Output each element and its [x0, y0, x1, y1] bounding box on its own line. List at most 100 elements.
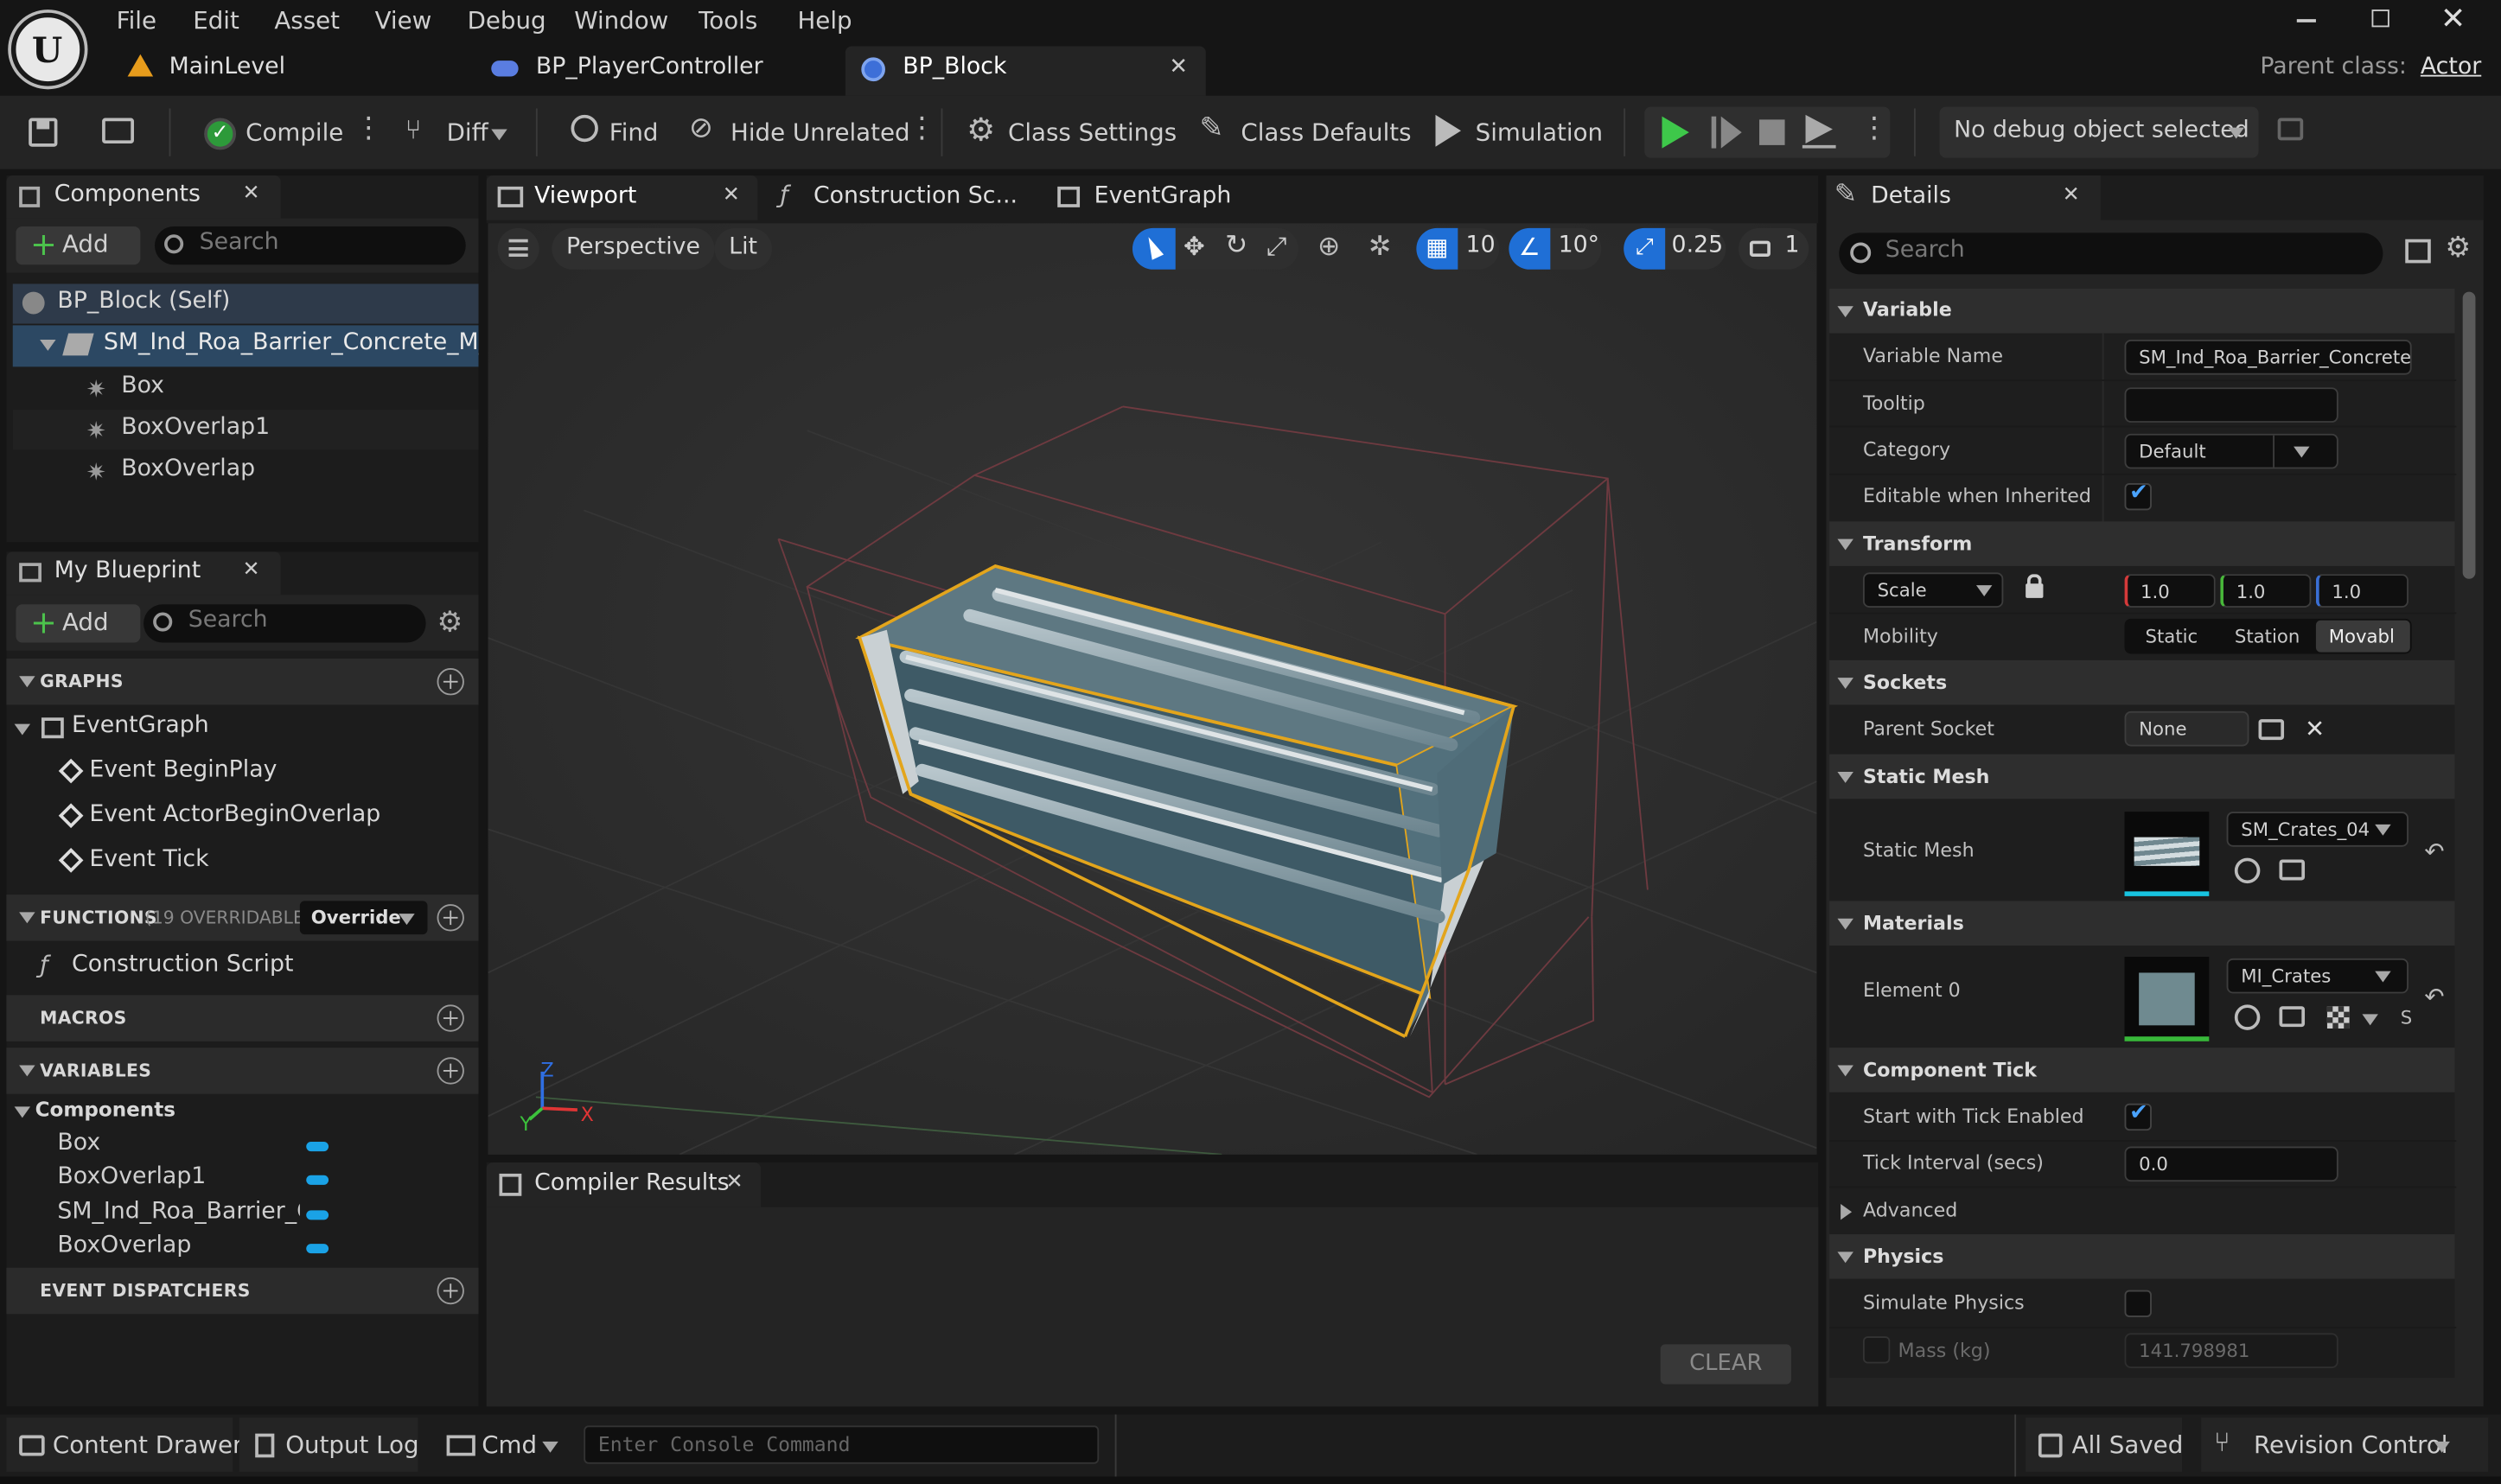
variable-item[interactable]: BoxOverlap1 — [6, 1162, 478, 1198]
components-group[interactable]: Components — [6, 1096, 478, 1131]
details-scrollbar[interactable] — [2462, 291, 2476, 579]
settings-gear-icon[interactable]: ⚙ — [2445, 232, 2471, 265]
graphs-header[interactable]: GRAPHS — [6, 658, 479, 705]
override-dropdown[interactable]: Override — [299, 901, 428, 935]
material-dropdown[interactable]: MI_Crates — [2226, 958, 2408, 994]
surface-snap-icon[interactable]: ✲ — [1369, 232, 1391, 264]
scale-y-field[interactable]: 1.0 — [2220, 574, 2312, 608]
close-tab-icon[interactable]: ✕ — [723, 183, 740, 207]
tick-interval-field[interactable]: 0.0 — [2124, 1146, 2338, 1182]
tab-construction-script[interactable]: ƒ Construction Sc... — [770, 175, 1025, 220]
settings-gear-icon[interactable]: ⚙ — [437, 606, 463, 640]
rotate-icon[interactable]: ↻ — [1225, 230, 1247, 262]
step-play-icon[interactable] — [1720, 116, 1742, 149]
step-icon[interactable] — [1711, 116, 1717, 149]
output-log-button[interactable]: Output Log — [239, 1417, 419, 1472]
clear-button[interactable]: CLEAR — [1660, 1344, 1791, 1385]
add-blueprint-button[interactable]: + Add — [16, 602, 141, 643]
compile-button[interactable]: ✓ Compile — [198, 108, 343, 156]
checker-icon[interactable] — [2326, 1006, 2350, 1029]
menu-edit[interactable]: Edit — [193, 6, 239, 35]
blueprint-search-input[interactable]: Search — [144, 604, 426, 643]
use-selected-icon[interactable] — [2234, 857, 2261, 884]
menu-help[interactable]: Help — [798, 6, 852, 35]
table-view-icon[interactable] — [2405, 239, 2431, 264]
viewport-canvas[interactable]: Z X Y Perspective Lit ✥ ↻ ⤢ ⊕ ✲ ▦ 10 ∠ 1… — [488, 223, 1817, 1155]
scale-dropdown[interactable]: Scale — [1862, 572, 2004, 608]
details-search-input[interactable]: Search — [1839, 232, 2383, 275]
my-blueprint-tab[interactable]: My Blueprint ✕ — [6, 551, 281, 596]
details-tab[interactable]: ✎ Details ✕ — [1826, 175, 2101, 220]
restore-button[interactable] — [2371, 10, 2389, 28]
variable-item[interactable]: BoxOverlap — [6, 1231, 478, 1266]
grid-snap-button[interactable]: ▦ 10 — [1416, 227, 1500, 270]
components-tab[interactable]: Components ✕ — [6, 175, 281, 219]
console-input[interactable]: Enter Console Command — [584, 1425, 1100, 1464]
content-drawer-button[interactable]: Content Drawer — [6, 1417, 242, 1472]
parent-class-link[interactable]: Actor — [2421, 54, 2481, 80]
browse-icon[interactable] — [2279, 859, 2306, 881]
play-options-icon[interactable]: ⋮ — [1860, 111, 1888, 145]
add-macro-icon[interactable] — [437, 1004, 464, 1032]
tree-boxoverlap[interactable]: ✷ BoxOverlap — [13, 451, 479, 491]
event-dispatchers-header[interactable]: EVENT DISPATCHERS — [6, 1267, 479, 1315]
components-search-input[interactable]: Search — [154, 226, 466, 265]
menu-asset[interactable]: Asset — [274, 6, 340, 35]
debug-object-dropdown[interactable]: No debug object selected — [1939, 106, 2259, 158]
viewport-menu-button[interactable] — [497, 227, 539, 270]
start-tick-checkbox[interactable]: ✔ — [2124, 1100, 2152, 1131]
move-icon[interactable]: ✥ — [1184, 232, 1205, 262]
variable-name-field[interactable]: SM_Ind_Roa_Barrier_Concrete_ — [2124, 339, 2412, 375]
static-mesh-thumbnail[interactable] — [2124, 812, 2210, 896]
tree-self[interactable]: BP_Block (Self) — [12, 283, 479, 324]
save-icon[interactable] — [29, 118, 58, 147]
variables-header[interactable]: VARIABLES — [6, 1048, 479, 1094]
functions-header[interactable]: FUNCTIONS (19 OVERRIDABLE) Override — [6, 895, 479, 941]
diff-button[interactable]: ⑂ Diff — [399, 108, 514, 156]
event-graph-item[interactable]: EventGraph — [6, 708, 478, 749]
find-button[interactable]: Find — [565, 108, 660, 156]
event-actorbeginoverlap-item[interactable]: Event ActorBeginOverlap — [6, 798, 478, 839]
camera-speed-button[interactable]: 1 — [1739, 227, 1809, 270]
close-tab-icon[interactable]: ✕ — [242, 558, 259, 583]
tab-mainlevel[interactable]: MainLevel — [115, 47, 466, 94]
editable-checkbox[interactable]: ✔ — [2124, 480, 2152, 511]
add-component-button[interactable]: + Add — [16, 225, 141, 265]
macros-header[interactable]: MACROS — [6, 995, 479, 1041]
menu-window[interactable]: Window — [574, 6, 668, 35]
minimize-button[interactable] — [2296, 19, 2316, 22]
scale-icon[interactable]: ⤢ — [1266, 232, 1287, 264]
tab-eventgraph[interactable]: EventGraph — [1048, 175, 1271, 220]
rotation-snap-button[interactable]: ∠ 10° — [1509, 227, 1602, 270]
revision-control-button[interactable]: ⑂ Revision Control — [2201, 1417, 2489, 1472]
tooltip-field[interactable] — [2124, 387, 2338, 423]
use-selected-icon[interactable] — [2234, 1004, 2261, 1030]
scale-z-field[interactable]: 1.0 — [2315, 574, 2408, 608]
mobility-toggle[interactable]: Static Station Movabl — [2124, 618, 2412, 654]
menu-view[interactable]: View — [375, 6, 432, 35]
add-graph-icon[interactable] — [437, 668, 464, 696]
browse-icon[interactable] — [2279, 1006, 2306, 1028]
close-tab-icon[interactable]: ✕ — [2063, 183, 2080, 207]
lock-icon[interactable] — [2026, 574, 2044, 598]
category-combo[interactable]: Default — [2124, 433, 2338, 469]
mobility-static[interactable]: Static — [2146, 625, 2198, 647]
variable-item[interactable]: Box — [6, 1129, 478, 1164]
add-variable-icon[interactable] — [437, 1057, 464, 1085]
simulate-physics-checkbox[interactable] — [2124, 1290, 2152, 1317]
clear-socket-icon[interactable]: ✕ — [2305, 715, 2325, 743]
compile-options-icon[interactable]: ⋮ — [354, 111, 383, 145]
hide-unrelated-button[interactable]: ⊘ Hide Unrelated — [686, 108, 910, 156]
simulation-button[interactable]: Simulation — [1429, 108, 1603, 156]
tab-bp-block[interactable]: BP_Block ✕ — [845, 46, 1206, 96]
eject-icon[interactable] — [1805, 114, 1833, 144]
parent-socket-field[interactable]: None — [2124, 710, 2249, 747]
hide-options-icon[interactable]: ⋮ — [908, 111, 936, 145]
event-beginplay-item[interactable]: Event BeginPlay — [6, 753, 478, 794]
mass-override-checkbox[interactable] — [1862, 1336, 1891, 1364]
select-tool[interactable] — [1132, 227, 1176, 270]
tab-viewport[interactable]: Viewport ✕ — [486, 175, 758, 220]
unreal-logo[interactable]: U — [10, 12, 85, 86]
mass-field[interactable]: 141.798981 — [2124, 1333, 2338, 1369]
scale-snap-button[interactable]: ⤢ 0.25 — [1624, 227, 1726, 270]
